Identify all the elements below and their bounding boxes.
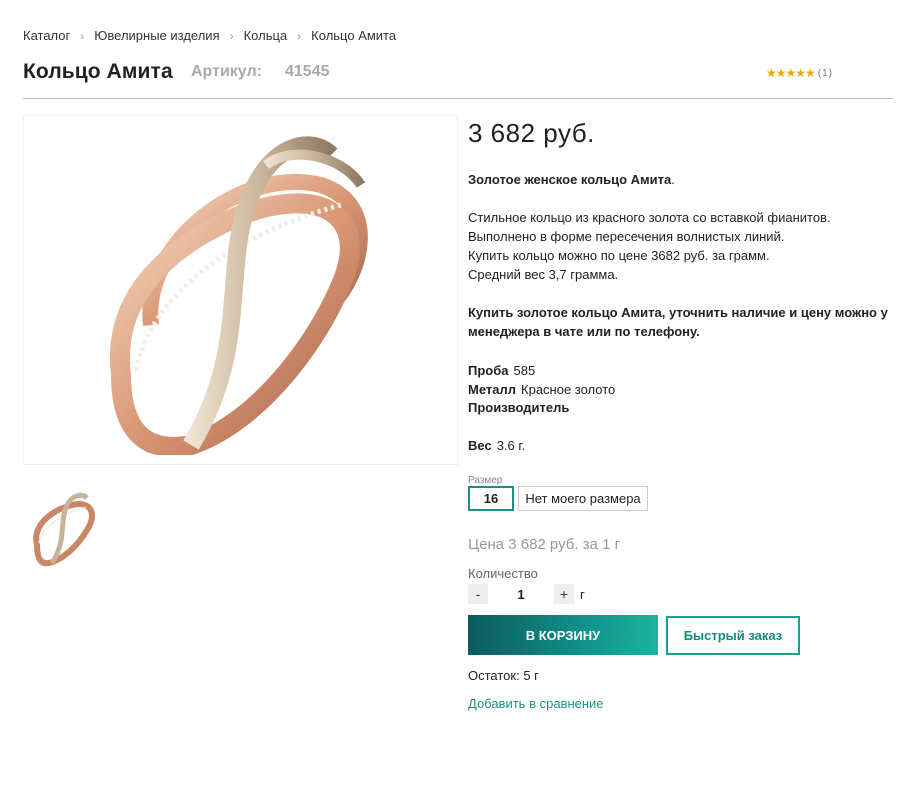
prop-metal: Металл Красное золото (468, 381, 615, 400)
sku-value: 41545 (285, 63, 330, 80)
star-rating-icon: ★★★★★ (765, 66, 816, 80)
price-per-gram: Цена 3 682 руб. за 1 г (468, 536, 621, 553)
product-main-image[interactable] (23, 115, 458, 465)
breadcrumb-jewelry[interactable]: Ювелирные изделия (94, 28, 219, 43)
quantity-stepper: - 1 + г (468, 584, 585, 604)
breadcrumb-separator-icon: › (80, 28, 85, 43)
size-option-16[interactable]: 16 (468, 486, 514, 511)
quantity-plus-button[interactable]: + (554, 584, 574, 604)
intro-tail: . (671, 172, 675, 187)
breadcrumb: Каталог › Ювелирные изделия › Кольца › К… (23, 28, 396, 43)
description: Стильное кольцо из красного золота со вс… (468, 208, 831, 284)
sku-label: Артикул: (191, 63, 262, 80)
size-label: Размер (468, 475, 503, 486)
rating[interactable]: ★★★★★ (1) (766, 66, 833, 80)
quantity-label: Количество (468, 566, 538, 581)
prop-maker-label: Производитель (468, 400, 570, 415)
product-thumbnail[interactable] (27, 485, 97, 567)
prop-metal-value: Красное золото (521, 381, 616, 397)
description-line: Средний вес 3,7 грамма. (468, 267, 619, 282)
weight: Вес 3.6 г. (468, 438, 525, 453)
ring-image (109, 136, 368, 455)
product-info: 3 682 руб. Золотое женское кольцо Амита.… (468, 118, 888, 711)
intro-bold: Золотое женское кольцо Амита (468, 172, 672, 187)
breadcrumb-separator-icon: › (297, 28, 302, 43)
prop-maker: Производитель (468, 399, 615, 418)
ring-thumbnail-image (33, 492, 95, 567)
prop-metal-label: Металл (468, 381, 517, 397)
quick-order-button[interactable]: Быстрый заказ (666, 616, 800, 655)
properties: Проба 585 Металл Красное золото Производит… (468, 362, 615, 418)
breadcrumb-rings[interactable]: Кольца (244, 28, 288, 43)
prop-probe: Проба 585 (468, 362, 615, 381)
add-to-cart-button[interactable]: В КОРЗИНУ (468, 615, 658, 655)
intro-text: Золотое женское кольцо Амита. (468, 170, 675, 189)
stock-status: Остаток: 5 г (468, 668, 539, 683)
description-line: Купить кольцо можно по цене 3682 руб. за… (468, 248, 770, 263)
quantity-input[interactable]: 1 (488, 587, 554, 602)
breadcrumb-current: Кольцо Амита (311, 28, 397, 43)
weight-value: 3.6 г. (496, 438, 526, 453)
description-line: Стильное кольцо из красного золота со вс… (468, 210, 831, 225)
quantity-unit: г (580, 586, 585, 602)
quantity-minus-button[interactable]: - (468, 584, 488, 604)
weight-label: Вес (468, 438, 492, 453)
breadcrumb-separator-icon: › (229, 28, 234, 43)
buy-note: Купить золотое кольцо Амита, уточнить на… (468, 305, 888, 339)
prop-probe-value: 585 (513, 363, 536, 378)
rating-count: (1) (817, 67, 833, 79)
title-row: Кольцо Амита Артикул: 41545 ★★★★★ (1) (23, 60, 893, 90)
prop-probe-label: Проба (468, 363, 509, 378)
description-line: Выполнено в форме пересечения волнистых … (468, 229, 785, 244)
page-title: Кольцо Амита (23, 60, 173, 83)
product-price: 3 682 руб. (468, 118, 595, 148)
add-to-compare-link[interactable]: Добавить в сравнение (468, 696, 604, 711)
size-option-none[interactable]: Нет моего размера (518, 486, 648, 511)
header-divider (23, 98, 893, 99)
breadcrumb-catalog[interactable]: Каталог (23, 28, 70, 43)
